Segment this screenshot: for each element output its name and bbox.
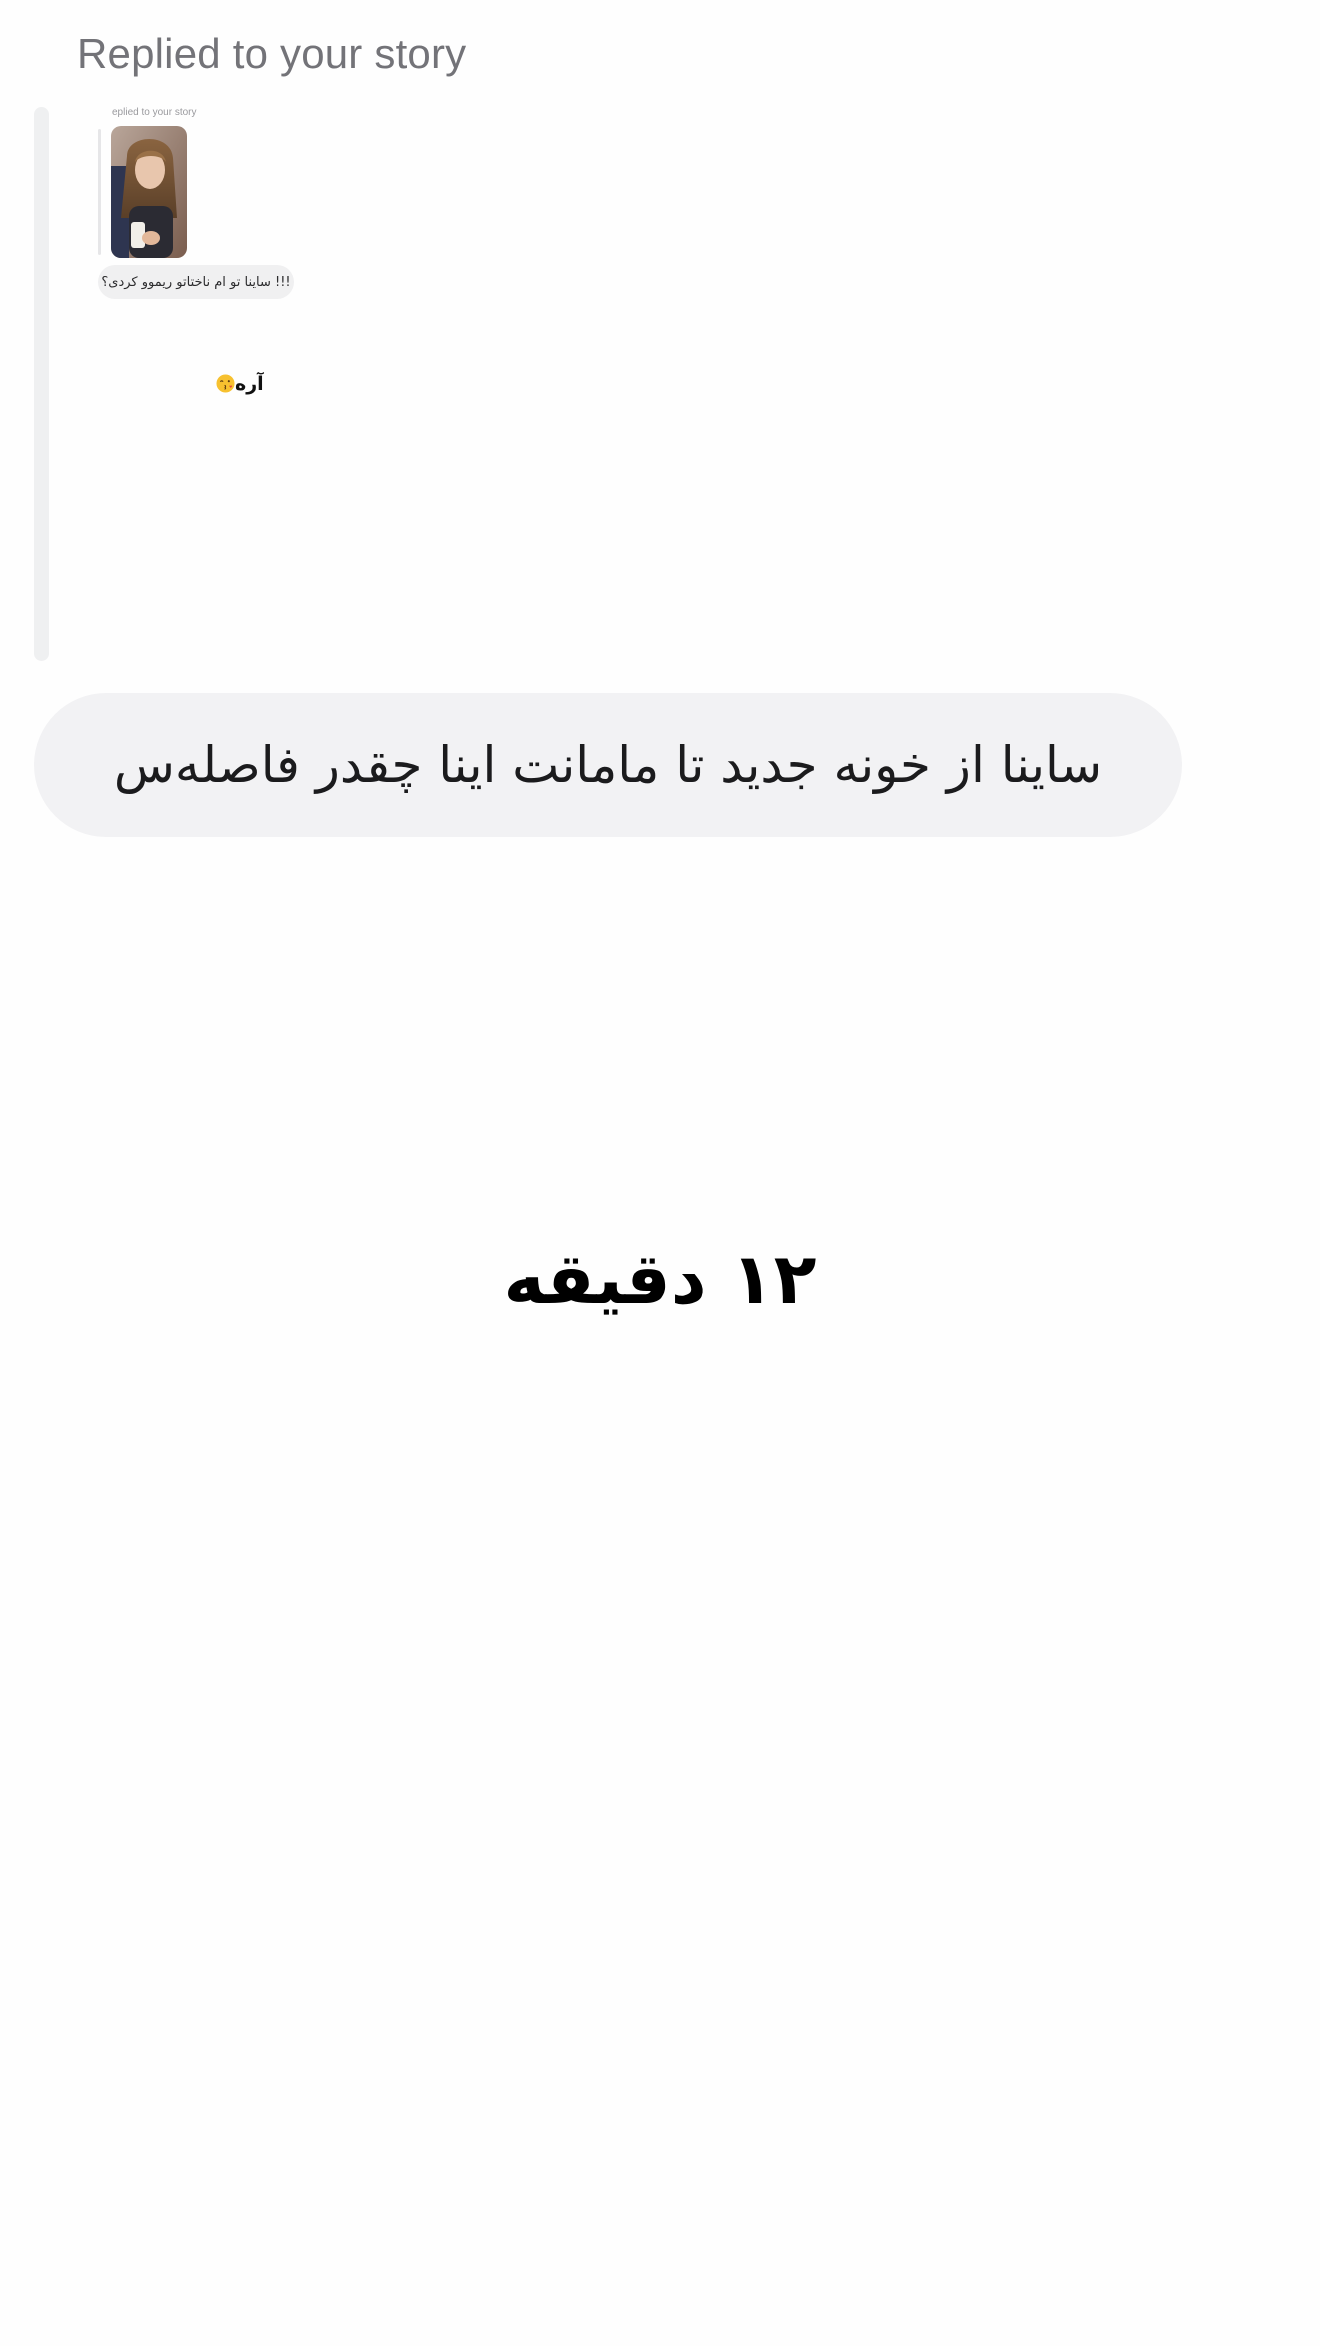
message-bubble[interactable]: ساینا از خونه جدید تا مامانت اینا چقدر ف…: [34, 693, 1182, 837]
quote-bar: [34, 107, 49, 661]
quoted-story-message-text: !!! ساینا تو ام ناختاتو ریموو کردی؟: [101, 274, 291, 290]
story-thumbnail[interactable]: [111, 126, 187, 258]
quoted-story-screenshot[interactable]: eplied to your story !!! ساینا تو ام ناخ…: [70, 107, 330, 427]
quoted-screenshot-header: eplied to your story: [112, 107, 197, 118]
message-text: ساینا از خونه جدید تا مامانت اینا چقدر ف…: [113, 736, 1103, 794]
quoted-screenshot-quote-bar: [98, 129, 101, 255]
story-photo-icon: [111, 126, 187, 258]
quoted-reply-text: آره: [235, 373, 264, 395]
quoted-reply: آره: [216, 373, 264, 395]
quoted-story-message-bubble: !!! ساینا تو ام ناختاتو ریموو کردی؟: [98, 265, 294, 299]
answer-text: ۱۲ دقیقه: [503, 1238, 817, 1320]
reply-context-label: Replied to your story: [77, 30, 467, 77]
kissing-face-icon: [216, 374, 235, 393]
